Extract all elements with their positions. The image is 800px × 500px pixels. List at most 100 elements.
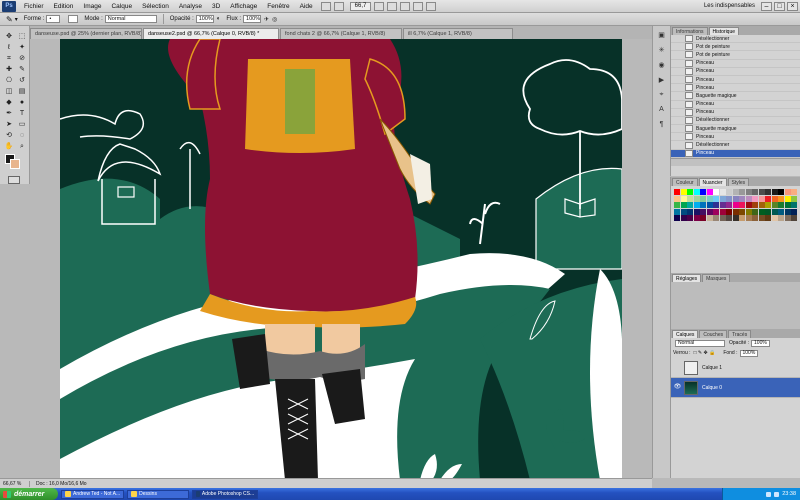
color-swatch[interactable] <box>752 202 758 208</box>
color-swatch[interactable] <box>687 215 693 221</box>
color-swatch[interactable] <box>700 208 706 215</box>
history-item[interactable]: Pinceau <box>671 76 800 85</box>
tab-styles[interactable]: Styles <box>727 178 750 186</box>
minibridge-icon[interactable] <box>333 1 344 11</box>
history-item[interactable]: Pinceau <box>671 100 800 109</box>
fill-field[interactable]: 100% <box>739 349 759 357</box>
taskbar-item-music[interactable]: Andrew Ted - Not A... <box>61 489 125 499</box>
color-swatch[interactable] <box>778 208 784 215</box>
tab-couches[interactable]: Couches <box>699 330 728 338</box>
color-swatch[interactable] <box>784 202 791 208</box>
taskbar-item-dessins[interactable]: Dessins <box>127 489 190 499</box>
history-item[interactable]: Désélectionner <box>671 116 800 126</box>
history-item[interactable]: Désélectionner <box>671 35 800 44</box>
color-swatch[interactable] <box>693 215 700 221</box>
color-swatch[interactable] <box>713 215 719 221</box>
3d-orbit-icon[interactable]: ◌ <box>16 131 28 141</box>
tab-danseuse2[interactable]: danseuse2.psd @ 66,7% (Calque 0, RVB/8) … <box>143 28 279 39</box>
menu-3d[interactable]: 3D <box>207 3 225 10</box>
color-swatch[interactable] <box>745 189 752 195</box>
color-swatch[interactable] <box>680 208 687 215</box>
color-swatch[interactable] <box>680 189 687 195</box>
color-swatch[interactable] <box>739 189 745 195</box>
color-swatch[interactable] <box>713 189 719 195</box>
eyedropper-icon[interactable]: ⊘ <box>16 54 28 64</box>
color-swatch[interactable] <box>687 208 693 215</box>
color-swatch[interactable] <box>706 195 713 202</box>
color-swatch[interactable] <box>732 202 739 208</box>
tab-historique[interactable]: Historique <box>708 27 740 35</box>
history-item[interactable]: Pinceau <box>671 84 800 93</box>
color-swatch[interactable] <box>752 195 758 202</box>
color-swatch[interactable] <box>732 189 739 195</box>
color-swatch[interactable] <box>693 189 700 195</box>
crop-tool-icon[interactable]: ⌗ <box>3 54 15 64</box>
color-swatch[interactable] <box>719 208 726 215</box>
3d-rotate-icon[interactable]: ⟲ <box>3 131 15 141</box>
color-swatch[interactable] <box>719 202 726 208</box>
brush-size-picker[interactable]: • <box>46 15 61 23</box>
history-item[interactable]: Pinceau <box>671 149 800 158</box>
color-swatch[interactable] <box>745 215 752 221</box>
color-swatch[interactable] <box>726 195 732 202</box>
tab-nuancier[interactable]: Nuancier <box>698 178 727 186</box>
brush-preset-icon[interactable]: ✎ <box>6 15 13 24</box>
color-swatch[interactable] <box>784 189 791 195</box>
color-swatch[interactable] <box>680 202 687 208</box>
menu-image[interactable]: Image <box>78 3 106 10</box>
tab-calques[interactable]: Calques <box>672 330 699 338</box>
color-swatch[interactable] <box>771 202 778 208</box>
character-panel-icon[interactable]: ¶ <box>656 121 667 131</box>
pressure-opacity-icon[interactable]: ◐ <box>217 16 221 22</box>
layer-row-calque-1[interactable]: Calque 1 <box>671 358 800 378</box>
color-swatch[interactable] <box>732 195 739 202</box>
color-swatch[interactable] <box>700 215 706 221</box>
color-swatch[interactable] <box>713 208 719 215</box>
tab-danseuse[interactable]: danseuse.psd @ 25% (dernier plan, RVB/8) <box>30 28 142 39</box>
color-swatch[interactable] <box>745 208 752 215</box>
dodge-tool-icon[interactable]: ● <box>16 98 28 108</box>
color-swatch[interactable] <box>706 189 713 195</box>
navigator-panel-icon[interactable]: ⌖ <box>656 91 667 101</box>
airbrush-icon[interactable]: ✈ <box>264 16 269 23</box>
history-item[interactable]: Pinceau <box>671 133 800 142</box>
zoom-tool-icon[interactable] <box>387 1 398 11</box>
doc-size[interactable]: Doc : 16,0 Mo/16,6 Mo <box>30 481 87 487</box>
brush-preset-picker[interactable]: ▾ <box>15 16 18 23</box>
color-swatch[interactable] <box>726 208 732 215</box>
color-swatch[interactable] <box>674 189 680 195</box>
color-swatch[interactable] <box>758 202 765 208</box>
color-swatch[interactable] <box>771 215 778 221</box>
color-swatch[interactable] <box>758 215 765 221</box>
color-swatch[interactable] <box>745 195 752 202</box>
close-button[interactable]: × <box>787 1 798 11</box>
volume-icon[interactable] <box>774 491 780 497</box>
color-swatch[interactable] <box>791 208 797 215</box>
layer-row-calque-0[interactable]: 👁 Calque 0 <box>671 378 800 398</box>
pen-tool-icon[interactable]: ✒ <box>3 109 15 119</box>
network-icon[interactable] <box>766 491 772 497</box>
color-swatch[interactable] <box>752 208 758 215</box>
color-swatch[interactable] <box>719 195 726 202</box>
color-swatch[interactable] <box>771 189 778 195</box>
color-swatch[interactable] <box>752 189 758 195</box>
blur-tool-icon[interactable]: ◆ <box>3 98 15 108</box>
color-swatch[interactable] <box>784 195 791 202</box>
flux-field[interactable]: 100% <box>243 15 262 23</box>
color-swatch[interactable] <box>674 202 680 208</box>
color-swatch[interactable] <box>719 189 726 195</box>
tab-ill[interactable]: ill 6,7% (Calque 1, RVB/8) <box>403 28 513 39</box>
document-canvas[interactable] <box>60 39 622 480</box>
history-item[interactable]: Baguette magique <box>671 92 800 101</box>
color-swatch[interactable] <box>791 215 797 221</box>
background-color-swatch[interactable] <box>10 159 20 169</box>
menu-calque[interactable]: Calque <box>106 3 137 10</box>
actions-panel-icon[interactable]: ▶ <box>656 76 667 86</box>
color-swatch[interactable] <box>778 215 784 221</box>
history-item[interactable]: Pot de peinture <box>671 43 800 52</box>
tab-traces[interactable]: Tracés <box>728 330 752 338</box>
eye-icon[interactable]: 👁 <box>673 383 682 392</box>
color-swatch[interactable] <box>726 202 732 208</box>
color-swatch[interactable] <box>791 189 797 195</box>
color-swatch[interactable] <box>700 189 706 195</box>
